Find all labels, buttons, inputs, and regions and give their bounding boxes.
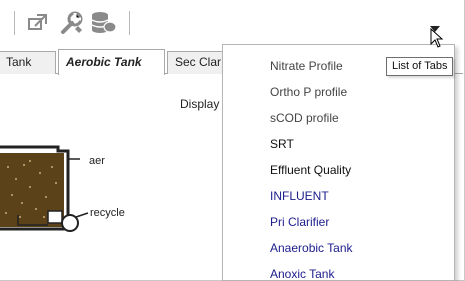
tools-button[interactable] <box>58 9 86 37</box>
tools-icon <box>61 11 83 34</box>
tab-label: Tank <box>6 55 32 69</box>
recycle-label: recycle <box>90 207 125 219</box>
tooltip-text: List of Tabs <box>392 60 448 72</box>
app-frame: Tank Aerobic Tank Sec Clar Display aer r… <box>0 0 465 281</box>
menu-item-pri-clarifier[interactable]: Pri Clarifier <box>270 215 329 229</box>
tab-label: Aerobic Tank <box>66 55 142 69</box>
tooltip: List of Tabs <box>386 57 454 76</box>
menu-item-anoxic-tank[interactable]: Anoxic Tank <box>270 267 334 280</box>
aeration-tank-diagram <box>0 145 89 232</box>
toolbar <box>0 0 463 44</box>
toolbar-separator <box>14 11 15 35</box>
tab-tank[interactable]: Tank <box>0 51 56 74</box>
menu-item-srt[interactable]: SRT <box>270 137 294 151</box>
tab-label: Sec Clar <box>175 55 222 69</box>
aer-label: aer <box>89 155 105 167</box>
database-icon <box>91 12 117 33</box>
menu-item-anaerobic-tank[interactable]: Anaerobic Tank <box>270 241 353 255</box>
export-icon <box>28 14 47 30</box>
database-button[interactable] <box>90 9 118 37</box>
menu-item-nitrate-profile[interactable]: Nitrate Profile <box>270 59 343 73</box>
menu-item-effluent-quality[interactable]: Effluent Quality <box>270 163 351 177</box>
menu-item-ortho-p-profile[interactable]: Ortho P profile <box>270 85 347 99</box>
export-button[interactable] <box>24 9 52 37</box>
display-label: Display <box>180 97 220 111</box>
tab-list-menu: Nitrate Profile Ortho P profile sCOD pro… <box>222 44 455 281</box>
toolbar-separator <box>129 11 130 35</box>
mouse-cursor-icon <box>430 28 444 48</box>
menu-item-scod-profile[interactable]: sCOD profile <box>270 111 339 125</box>
menu-item-influent[interactable]: INFLUENT <box>270 189 329 203</box>
tab-aerobic-tank[interactable]: Aerobic Tank <box>58 49 165 75</box>
